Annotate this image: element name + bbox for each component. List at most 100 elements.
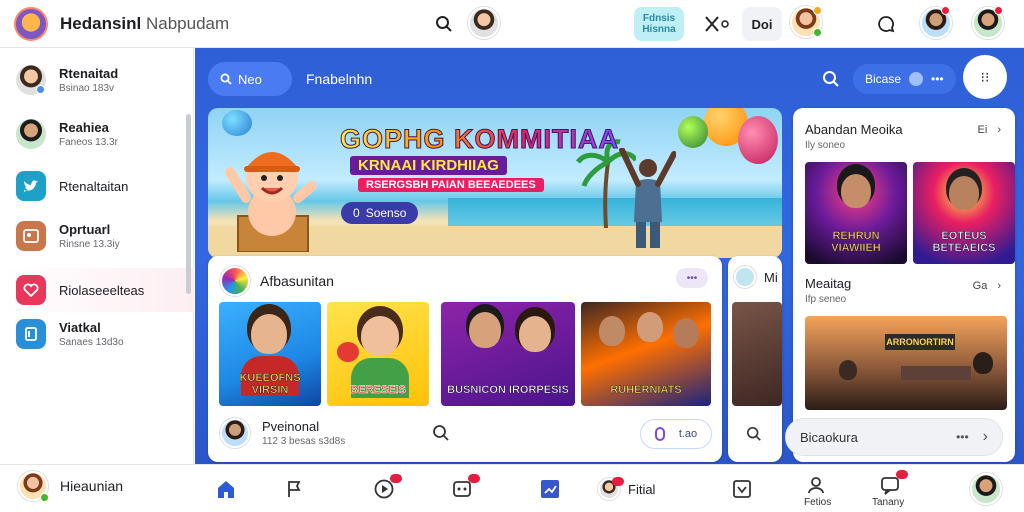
profile-shortcut[interactable]: Hieaunian <box>18 471 123 502</box>
nav-gaming[interactable] <box>450 474 480 501</box>
bird-icon <box>16 171 46 201</box>
top-bar: Hedansinl Nabpudam Fdnsis Hisnna Doi <box>0 0 1024 48</box>
video-thumbnail[interactable]: RUHERNIATS <box>581 302 711 406</box>
shield-icon <box>909 72 924 86</box>
person-silhouette <box>973 352 993 374</box>
avatar <box>16 65 46 95</box>
banner-cta-button[interactable]: 0 Soenso <box>341 202 419 224</box>
notification-badge <box>612 477 624 486</box>
thumbnail-caption: KUEEOFNS VIRSIN <box>239 371 301 397</box>
notification-dot <box>941 6 950 15</box>
account-avatar[interactable] <box>970 473 1002 505</box>
video-thumbnail[interactable]: BUSNICON IRORPESIS <box>441 302 575 406</box>
nav-marketplace[interactable] <box>538 477 562 501</box>
sidebar-item[interactable]: Viatkal Sanaes 13d3o <box>16 314 186 354</box>
profile-avatar[interactable] <box>468 7 500 39</box>
search-button-label: Neo <box>238 71 262 87</box>
promo-chip[interactable]: Fdnsis Hisnna <box>634 7 684 41</box>
group-avatar[interactable] <box>220 266 250 296</box>
table-shape <box>901 366 971 380</box>
creator-face <box>469 312 501 348</box>
sidebar-item-sub: Bsinao 183v <box>59 83 115 94</box>
sidebar-item-sub: Rinsne 13.3iy <box>59 239 120 250</box>
search-icon[interactable] <box>746 426 762 447</box>
banner-title: GOPHG KOMMITIAA <box>340 124 619 155</box>
creator-face <box>251 314 287 354</box>
filter-pill[interactable]: Bicase ••• <box>853 62 956 96</box>
search-icon[interactable] <box>430 10 458 38</box>
message-icon <box>878 470 908 497</box>
home-icon <box>214 477 238 501</box>
chevron-right-icon[interactable]: › <box>983 428 988 446</box>
sidebar-item[interactable]: Oprtuarl Rinsne 13.3iy <box>16 216 186 256</box>
author-meta: 112 3 besas s3d8s <box>262 436 346 447</box>
nav-home[interactable] <box>214 477 238 501</box>
filter-pill-label: Bicase <box>865 72 902 86</box>
right-panel-meta[interactable]: Ei › <box>978 124 1001 136</box>
sidebar-item-label: Reahiea <box>59 120 109 135</box>
creator-face <box>599 316 625 346</box>
nav-friends[interactable]: Fetios <box>804 473 831 508</box>
right-panel-meta[interactable]: Ga › <box>973 280 1001 292</box>
video-thumbnail[interactable]: EOTEUS BETEAEICS <box>913 162 1015 264</box>
sidebar-scrollbar[interactable] <box>186 114 191 294</box>
notification-badge <box>896 470 908 479</box>
glove-icon <box>337 342 359 362</box>
peek-card-title: Mi <box>764 269 778 285</box>
right-panel-title[interactable]: Abandan Meoika <box>805 122 903 137</box>
sidebar-item[interactable]: Riolaseeelteas <box>16 270 186 310</box>
nav-saved[interactable] <box>730 477 754 501</box>
tab-main[interactable]: Fnabelnhn <box>306 71 372 87</box>
sidebar-item[interactable]: Rtenaitad Bsinao 183v <box>16 60 186 100</box>
search-icon[interactable] <box>432 424 450 447</box>
banner-cta-number: 0 <box>353 206 360 220</box>
balloon-icon <box>222 110 252 136</box>
video-thumbnail[interactable] <box>732 302 782 406</box>
action-chip[interactable]: t.ao <box>640 419 712 449</box>
peek-card[interactable]: Mi <box>728 256 782 462</box>
app-logo[interactable] <box>14 7 48 41</box>
search-icon[interactable] <box>817 65 845 93</box>
options-button[interactable]: ⁝⁝ <box>963 55 1007 99</box>
nav-watch[interactable] <box>372 474 402 501</box>
sidebar-item[interactable]: Reahiea Faneos 13.3r <box>16 114 186 154</box>
app-title-secondary: Nabpudam <box>145 14 230 33</box>
hero-banner[interactable]: GOPHG KOMMITIAA KRNAAI KIRDHIIAG RSERGSB… <box>208 108 782 258</box>
author-avatar[interactable] <box>220 418 250 448</box>
menu-chip[interactable]: Doi <box>742 7 782 41</box>
nav-notifications[interactable]: Tanany <box>872 470 908 508</box>
notification-badge <box>468 474 480 483</box>
video-thumbnail[interactable]: REHRUN VIAWIIEH <box>805 162 907 264</box>
right-panel-title[interactable]: Meaitag <box>805 276 851 291</box>
video-thumbnail[interactable]: ARRONORTIRN <box>805 316 1007 410</box>
more-icon[interactable]: ••• <box>956 430 969 444</box>
sidebar-item-sub: Faneos 13.3r <box>59 137 118 148</box>
tools-icon[interactable] <box>700 10 734 38</box>
bookmark-icon <box>16 319 46 349</box>
balloon-icon <box>678 116 708 148</box>
sidebar: Rtenaitad Bsinao 183v Reahiea Faneos 13.… <box>0 48 194 464</box>
messenger-icon[interactable] <box>872 10 900 38</box>
video-thumbnail[interactable]: BERESEIS <box>327 302 429 406</box>
video-thumbnail[interactable]: KUEEOFNS VIRSIN <box>219 302 321 406</box>
user-icon <box>804 473 828 497</box>
sidebar-item-label: Oprtuarl <box>59 222 111 237</box>
online-dot <box>813 28 822 37</box>
more-options-icon[interactable]: ••• <box>676 268 708 288</box>
banner-cta-label: Soenso <box>365 206 407 220</box>
sidebar-item[interactable]: Rtenaltaitan <box>16 166 186 206</box>
app-title: Hedansinl Nabpudam <box>60 14 229 34</box>
nav-shop[interactable]: Fitial <box>598 477 655 501</box>
app-title-main: Hedansinl <box>60 14 142 33</box>
promo-chip-line1: Fdnsis <box>642 13 676 24</box>
search-button[interactable]: Neo <box>208 62 292 96</box>
feed-card-footer: Pveinonal 112 3 besas s3d8s <box>220 418 345 448</box>
thumbnail-caption: RUHERNIATS <box>610 383 682 397</box>
author-name[interactable]: Pveinonal <box>262 419 345 434</box>
sidebar-item-label: Rtenaltaitan <box>59 178 129 194</box>
nav-pages[interactable] <box>283 477 307 501</box>
right-panel-footer-button[interactable]: Bicaokura ••• › <box>785 418 1003 456</box>
grid-icon: ⁝⁝ <box>980 68 990 85</box>
more-icon[interactable]: ••• <box>931 72 944 86</box>
feed-card-header: Afbasunitan <box>220 266 334 296</box>
